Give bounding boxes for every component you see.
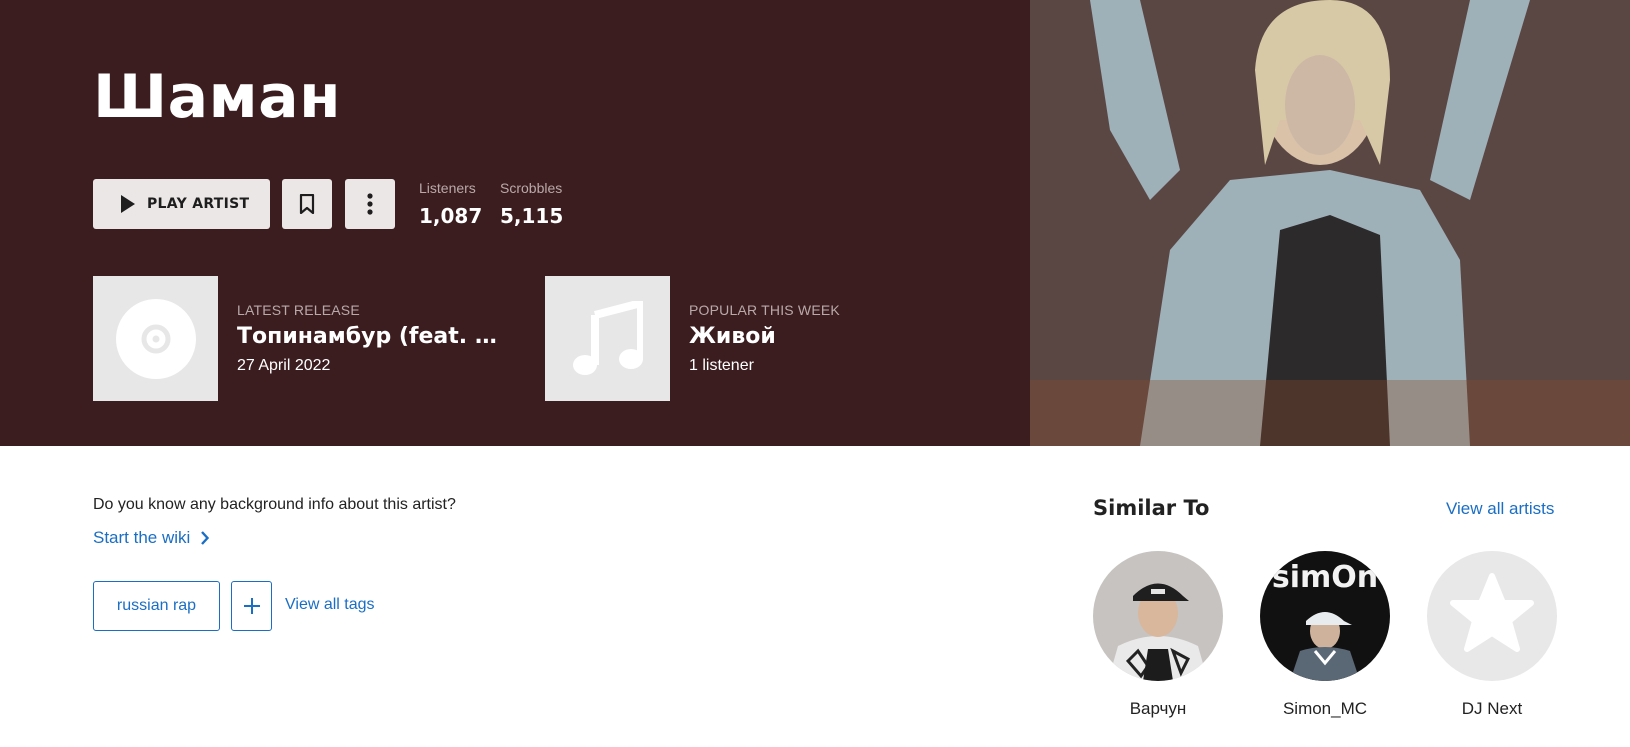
listeners-stat: Listeners 1,087: [419, 180, 482, 228]
avatar[interactable]: simOn: [1260, 551, 1390, 681]
latest-release-kicker: LATEST RELEASE: [237, 302, 360, 318]
play-artist-label: PLAY ARTIST: [147, 196, 250, 212]
similar-artist-name[interactable]: Варчун: [1093, 699, 1223, 719]
avatar[interactable]: [1427, 551, 1557, 681]
similar-artist-name[interactable]: DJ Next: [1427, 699, 1557, 719]
more-vertical-icon: [367, 193, 373, 215]
start-wiki-link[interactable]: Start the wiki: [93, 528, 210, 548]
scrobbles-count: 5,115: [500, 204, 564, 228]
popular-track-card[interactable]: POPULAR THIS WEEK Живой 1 listener: [545, 276, 975, 401]
scrobbles-label: Scrobbles: [500, 180, 563, 196]
artist-header: Шаман PLAY ARTIST Listeners 1,087 Scrobb…: [0, 0, 1630, 446]
chevron-right-icon: [201, 531, 210, 545]
play-artist-button[interactable]: PLAY ARTIST: [93, 179, 270, 229]
artist-hero-photo: [1030, 0, 1630, 446]
latest-release-card[interactable]: LATEST RELEASE Топинамбур (feat. Бу... 2…: [93, 276, 523, 401]
view-all-artists-link[interactable]: View all artists: [1446, 499, 1554, 519]
listeners-count: 1,087: [419, 204, 483, 228]
bookmark-icon: [299, 194, 315, 214]
latest-release-title[interactable]: Топинамбур (feat. Бу...: [237, 324, 507, 349]
start-wiki-label: Start the wiki: [93, 528, 191, 547]
artist-name: Шаман: [93, 62, 342, 132]
artist-photo-varchun: [1093, 551, 1223, 681]
music-note-icon: [572, 300, 643, 375]
popular-track-cover[interactable]: [545, 276, 670, 401]
plus-icon: [243, 598, 260, 614]
avatar-logo-text: simOn: [1272, 560, 1378, 595]
star-placeholder-icon: [1427, 551, 1557, 681]
avatar[interactable]: [1093, 551, 1223, 681]
similar-artist-varchun[interactable]: Варчун: [1093, 551, 1223, 719]
play-icon: [121, 195, 135, 213]
popular-listeners: 1 listener: [689, 357, 754, 374]
similar-artist-simon-mc[interactable]: simOn Simon_MC: [1260, 551, 1390, 719]
hero-photo-illustration: [1030, 0, 1630, 446]
scrobbles-stat: Scrobbles 5,115: [500, 180, 563, 228]
view-all-tags-link[interactable]: View all tags: [285, 596, 375, 614]
bookmark-button[interactable]: [282, 179, 332, 229]
latest-release-cover[interactable]: [93, 276, 218, 401]
latest-release-date: 27 April 2022: [237, 357, 331, 374]
tag-russian-rap[interactable]: russian rap: [93, 581, 220, 631]
popular-track-title[interactable]: Живой: [689, 324, 959, 349]
popular-kicker: POPULAR THIS WEEK: [689, 302, 840, 318]
artist-photo-simon-mc: simOn: [1260, 551, 1390, 681]
similar-to-heading: Similar To: [1093, 496, 1210, 520]
album-disc-icon: [115, 298, 196, 379]
listeners-label: Listeners: [419, 180, 476, 196]
wiki-prompt: Do you know any background info about th…: [93, 496, 456, 513]
more-options-button[interactable]: [345, 179, 395, 229]
add-tag-button[interactable]: [231, 581, 272, 631]
similar-artist-dj-next[interactable]: DJ Next: [1427, 551, 1557, 719]
similar-artist-name[interactable]: Simon_MC: [1260, 699, 1390, 719]
